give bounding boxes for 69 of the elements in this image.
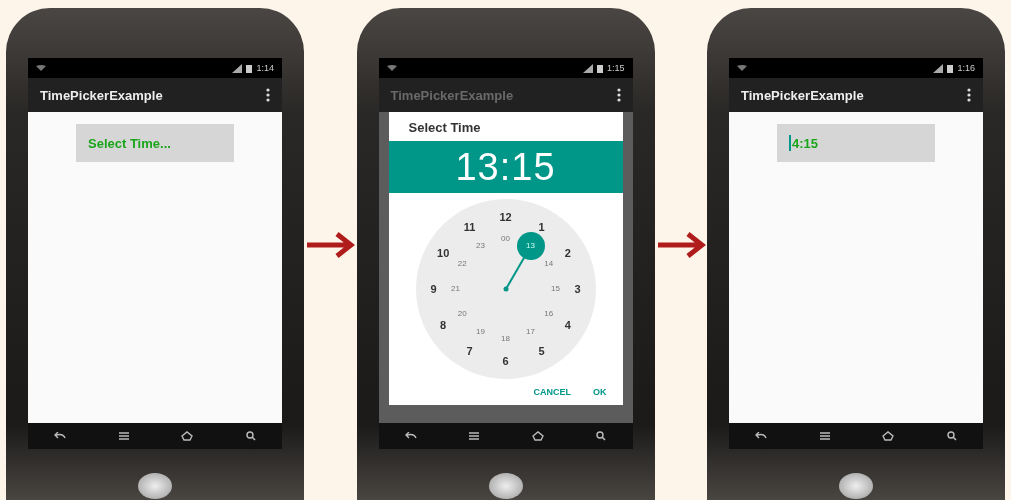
hour-number[interactable]: 5 — [538, 345, 545, 357]
menu-icon[interactable] — [118, 432, 129, 440]
hour-number[interactable]: 22 — [457, 260, 467, 268]
hour-number[interactable]: 3 — [574, 283, 581, 295]
clock-face[interactable]: 12 1 2 3 4 5 6 7 8 9 10 11 00 13 14 15 16 17 18 19 20 21 22 23 — [415, 199, 596, 379]
signal-icon — [232, 63, 243, 73]
hour-number[interactable]: 18 — [501, 335, 510, 343]
hour-number[interactable]: 4 — [564, 319, 571, 331]
hour-number[interactable]: 23 — [476, 241, 485, 250]
app-title: TimePickerExample — [40, 87, 163, 103]
home-button[interactable] — [839, 473, 873, 499]
wifi-icon — [737, 65, 747, 71]
signal-icon — [933, 63, 944, 73]
menu-icon[interactable] — [616, 88, 621, 102]
wifi-icon — [386, 65, 397, 71]
search-icon[interactable] — [596, 431, 607, 441]
arrow-icon — [305, 230, 356, 260]
battery-icon — [596, 63, 603, 73]
menu-icon[interactable] — [266, 88, 270, 102]
hour-number[interactable]: 1 — [538, 221, 545, 233]
hour-number[interactable]: 19 — [476, 328, 485, 337]
hour-number[interactable]: 12 — [499, 211, 512, 223]
hour-number[interactable]: 9 — [430, 283, 437, 295]
hour-number[interactable]: 10 — [437, 247, 450, 259]
hour-number[interactable]: 2 — [564, 247, 571, 259]
dialog-button[interactable]: CANCEL — [527, 383, 577, 401]
menu-icon[interactable] — [469, 432, 480, 440]
status-time: 1:16 — [957, 63, 975, 73]
signal-icon — [582, 63, 593, 73]
home-button[interactable] — [488, 473, 523, 499]
arrow-icon — [655, 230, 706, 260]
back-icon[interactable] — [54, 432, 67, 440]
battery-icon — [246, 63, 253, 73]
status-time: 1:15 — [606, 63, 625, 73]
battery-icon — [947, 63, 954, 73]
search-icon[interactable] — [946, 431, 957, 441]
menu-icon[interactable] — [819, 432, 830, 440]
hour-number[interactable]: 6 — [502, 355, 509, 367]
hour-number[interactable]: 16 — [544, 310, 554, 318]
text-cursor — [789, 135, 791, 151]
hour-number[interactable]: 13 — [516, 231, 545, 260]
dialog-button[interactable]: OK — [587, 383, 613, 401]
hour-number[interactable]: 17 — [526, 328, 535, 337]
time-input-field[interactable]: Select Time... — [76, 124, 234, 162]
hour-number[interactable]: 20 — [457, 310, 467, 318]
hour-number[interactable]: 11 — [463, 221, 476, 233]
home-button[interactable] — [138, 473, 172, 499]
home-icon[interactable] — [181, 431, 194, 441]
field-text: Select Time... — [88, 135, 171, 151]
home-icon[interactable] — [531, 431, 544, 441]
app-title: TimePickerExample — [741, 87, 864, 103]
status-time: 1:14 — [256, 63, 274, 73]
hour-number[interactable]: 21 — [451, 285, 460, 293]
dialog-title: Select Time — [407, 119, 482, 137]
hour-number[interactable]: 7 — [466, 345, 473, 357]
selected-time: 13:15 — [455, 145, 556, 189]
hour-number[interactable]: 15 — [551, 285, 560, 293]
search-icon[interactable] — [245, 431, 256, 441]
hour-number[interactable]: 00 — [501, 235, 510, 243]
hour-number[interactable]: 8 — [440, 319, 447, 331]
home-icon[interactable] — [882, 431, 895, 441]
wifi-icon — [36, 65, 46, 71]
app-title: TimePickerExample — [390, 87, 514, 103]
back-icon[interactable] — [404, 432, 417, 440]
time-input-field[interactable]: 4:15 — [777, 124, 935, 162]
hour-number[interactable]: 14 — [544, 260, 554, 268]
field-text: 4:15 — [792, 135, 819, 151]
menu-icon[interactable] — [967, 88, 971, 102]
back-icon[interactable] — [755, 432, 768, 440]
